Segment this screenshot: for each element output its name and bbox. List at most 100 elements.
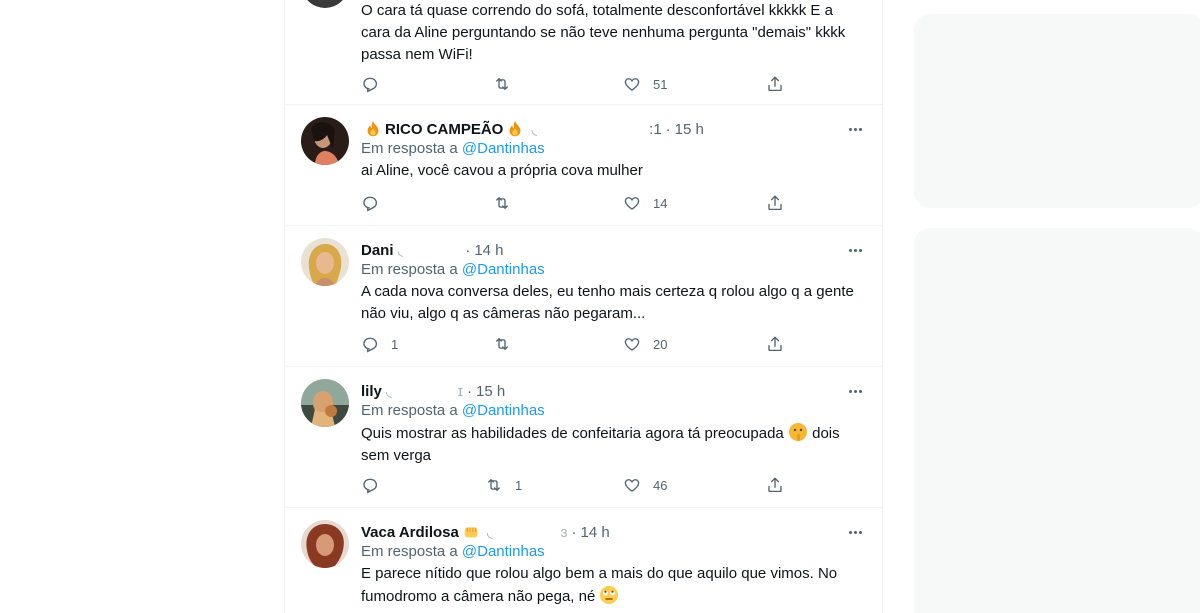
reply-label: Em resposta a bbox=[361, 261, 458, 278]
reply-button[interactable] bbox=[361, 475, 379, 495]
like-button[interactable]: 51 bbox=[623, 74, 667, 94]
tweet[interactable]: Vaca Ardilosa ◟ ɜ · 14 h Em resposta a @D… bbox=[285, 508, 883, 613]
separator-dot: · bbox=[467, 382, 473, 400]
shushing-face-emoji bbox=[788, 423, 807, 441]
mention-link[interactable]: @Dantinhas bbox=[462, 261, 545, 278]
share-icon bbox=[768, 336, 782, 352]
share-icon bbox=[768, 477, 782, 493]
display-name[interactable]: Dani bbox=[361, 242, 394, 259]
reply-button[interactable] bbox=[361, 74, 379, 94]
tweet-text: A cada nova conversa deles, eu tenho mai… bbox=[361, 283, 854, 322]
avatar[interactable] bbox=[301, 379, 349, 427]
avatar[interactable] bbox=[301, 0, 349, 8]
share-button[interactable] bbox=[766, 193, 784, 213]
fist-emoji bbox=[464, 527, 478, 538]
reply-icon bbox=[363, 196, 378, 212]
tweet-header: Dani ◟ · 14 h bbox=[361, 240, 504, 260]
share-button[interactable] bbox=[766, 475, 784, 495]
heart-icon bbox=[624, 479, 640, 492]
avatar[interactable] bbox=[301, 117, 349, 165]
display-name[interactable]: lily bbox=[361, 383, 382, 400]
tweet-actions: 14 bbox=[361, 193, 791, 213]
tweet[interactable]: RICO CAMPEÃO ◟:1 · 15 h Em resposta a @D… bbox=[285, 105, 883, 226]
mention-link[interactable]: @Dantinhas bbox=[462, 543, 545, 560]
more-options-button[interactable] bbox=[845, 240, 865, 260]
like-count: 46 bbox=[653, 477, 668, 493]
tweet-feed: O cara tá quase correndo do sofá, totalm… bbox=[284, 0, 883, 613]
tweet-actions: 1 46 bbox=[361, 475, 791, 495]
heart-icon bbox=[624, 78, 640, 91]
fire-emoji bbox=[367, 120, 379, 137]
tweet[interactable]: lily ◟ ɪ · 15 h Em resposta a @Dantinhas … bbox=[285, 367, 883, 508]
retweet-icon bbox=[496, 338, 508, 350]
tweet[interactable]: O cara tá quase correndo do sofá, totalm… bbox=[285, 0, 883, 105]
like-count: 51 bbox=[653, 76, 668, 92]
retweet-button[interactable] bbox=[493, 334, 511, 354]
like-button[interactable]: 14 bbox=[623, 193, 667, 213]
heart-icon bbox=[624, 197, 640, 210]
eye-roll-emoji bbox=[600, 586, 619, 604]
separator-dot: · bbox=[665, 120, 671, 138]
retweet-button[interactable]: 1 bbox=[485, 475, 522, 495]
reply-context: Em resposta a @Dantinhas bbox=[361, 140, 545, 157]
tweet-actions: 1 20 bbox=[361, 334, 791, 354]
reply-label: Em resposta a bbox=[361, 140, 458, 157]
retweet-button[interactable] bbox=[493, 74, 511, 94]
handle[interactable]: ◟ ɜ bbox=[487, 523, 568, 541]
tweet-header: Vaca Ardilosa ◟ ɜ · 14 h bbox=[361, 522, 610, 542]
tweet-text: O cara tá quase correndo do sofá, totalm… bbox=[361, 2, 846, 63]
timestamp[interactable]: 14 h bbox=[474, 242, 503, 259]
retweet-button[interactable] bbox=[493, 193, 511, 213]
fire-emoji bbox=[509, 120, 521, 137]
more-options-button[interactable] bbox=[845, 381, 865, 401]
handle[interactable]: ◟ ɪ bbox=[386, 382, 463, 400]
reply-context: Em resposta a @Dantinhas bbox=[361, 402, 545, 419]
like-button[interactable]: 46 bbox=[623, 475, 667, 495]
retweet-icon bbox=[496, 197, 508, 209]
more-options-button[interactable] bbox=[845, 522, 865, 542]
reply-label: Em resposta a bbox=[361, 402, 458, 419]
tweet-text: E parece nítido que rolou algo bem a mai… bbox=[361, 563, 861, 608]
share-icon bbox=[768, 76, 782, 92]
tweet-text: ai Aline, você cavou a própria cova mulh… bbox=[361, 162, 643, 179]
more-options-button[interactable] bbox=[845, 119, 865, 139]
tweet-header: RICO CAMPEÃO ◟:1 · 15 h bbox=[361, 119, 704, 139]
timestamp[interactable]: 14 h bbox=[581, 524, 610, 541]
reply-label: Em resposta a bbox=[361, 543, 458, 560]
handle[interactable]: ◟ bbox=[398, 241, 462, 259]
heart-icon bbox=[624, 338, 640, 351]
share-icon bbox=[768, 195, 782, 211]
tweet-actions: 51 bbox=[361, 74, 791, 94]
reply-icon bbox=[363, 77, 378, 93]
reply-count: 1 bbox=[391, 336, 399, 352]
sidebar-trends-card bbox=[914, 14, 1200, 208]
tweet-text: Quis mostrar as habilidades de confeitar… bbox=[361, 422, 861, 467]
tweet-text-part: Quis mostrar as habilidades de confeitar… bbox=[361, 425, 784, 442]
separator-dot: · bbox=[465, 241, 471, 259]
reply-button[interactable]: 1 bbox=[361, 334, 398, 354]
tweet[interactable]: Dani ◟ · 14 h Em resposta a @Dantinhas A… bbox=[285, 226, 883, 367]
mention-link[interactable]: @Dantinhas bbox=[462, 140, 545, 157]
like-count: 20 bbox=[653, 336, 668, 352]
timestamp[interactable]: 15 h bbox=[476, 383, 505, 400]
reply-context: Em resposta a @Dantinhas bbox=[361, 261, 545, 278]
handle[interactable]: ◟:1 bbox=[531, 120, 661, 138]
reply-icon bbox=[363, 337, 378, 353]
like-button[interactable]: 20 bbox=[623, 334, 667, 354]
share-button[interactable] bbox=[766, 74, 784, 94]
retweet-icon bbox=[488, 479, 500, 491]
separator-dot: · bbox=[571, 523, 577, 541]
display-name[interactable]: Vaca Ardilosa bbox=[361, 524, 459, 541]
reply-icon bbox=[363, 478, 378, 494]
display-name[interactable]: RICO CAMPEÃO bbox=[385, 121, 503, 138]
retweet-icon bbox=[496, 78, 508, 90]
reply-context: Em resposta a @Dantinhas bbox=[361, 543, 545, 560]
mention-link[interactable]: @Dantinhas bbox=[462, 402, 545, 419]
share-button[interactable] bbox=[766, 334, 784, 354]
reply-button[interactable] bbox=[361, 193, 379, 213]
avatar[interactable] bbox=[301, 238, 349, 286]
sidebar-follow-card bbox=[914, 228, 1200, 613]
timestamp[interactable]: 15 h bbox=[675, 121, 704, 138]
tweet-header: lily ◟ ɪ · 15 h bbox=[361, 381, 505, 401]
avatar[interactable] bbox=[301, 520, 349, 568]
